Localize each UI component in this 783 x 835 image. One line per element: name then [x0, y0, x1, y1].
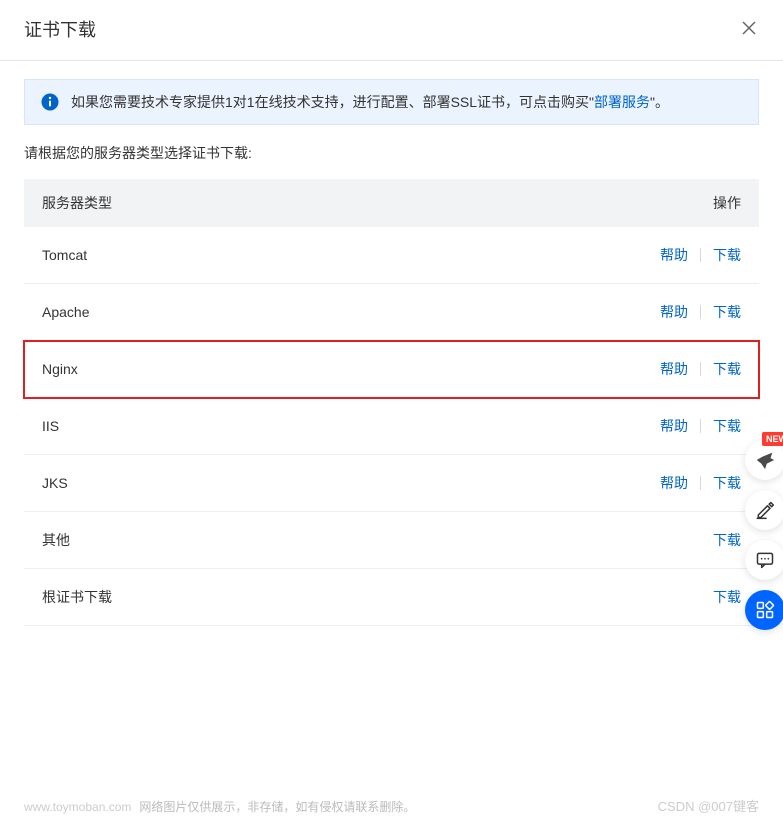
info-banner: 如果您需要技术专家提供1对1在线技术支持，进行配置、部署SSL证书，可点击购买"…	[24, 79, 759, 125]
help-link[interactable]: 帮助	[648, 416, 700, 436]
table-row: 根证书下载下载	[24, 569, 759, 626]
actions-cell: 下载	[701, 530, 741, 550]
csdn-watermark: CSDN @007键客	[658, 796, 759, 815]
download-link[interactable]: 下载	[701, 587, 741, 607]
info-icon	[41, 93, 59, 111]
table-row: Nginx帮助下载	[24, 341, 759, 398]
side-edit-button[interactable]	[745, 490, 783, 530]
apps-icon	[755, 600, 775, 620]
table-header: 服务器类型 操作	[24, 179, 759, 227]
deploy-service-link[interactable]: 部署服务	[594, 94, 650, 110]
download-link[interactable]: 下载	[701, 359, 741, 379]
side-chat-button[interactable]	[745, 540, 783, 580]
download-link[interactable]: 下载	[701, 302, 741, 322]
actions-cell: 帮助下载	[648, 245, 741, 265]
side-apps-button[interactable]	[745, 590, 783, 630]
table-row: 其他下载	[24, 512, 759, 569]
server-type-cell: Apache	[42, 304, 648, 320]
server-type-cell: Tomcat	[42, 247, 648, 263]
download-link[interactable]: 下载	[701, 416, 741, 436]
dialog-title: 证书下载	[24, 16, 96, 42]
download-link[interactable]: 下载	[701, 530, 741, 550]
help-link[interactable]: 帮助	[648, 245, 700, 265]
th-server-type: 服务器类型	[42, 193, 661, 213]
footer-domain: www.toymoban.com	[24, 800, 131, 814]
chat-icon	[755, 550, 775, 570]
help-link[interactable]: 帮助	[648, 302, 700, 322]
server-type-cell: IIS	[42, 418, 648, 434]
actions-cell: 下载	[701, 587, 741, 607]
download-link[interactable]: 下载	[701, 245, 741, 265]
th-action: 操作	[661, 193, 741, 213]
side-bird-button[interactable]: NEW	[745, 440, 783, 480]
close-button[interactable]	[739, 18, 759, 41]
actions-cell: 帮助下载	[648, 416, 741, 436]
new-badge: NEW	[762, 432, 783, 446]
pencil-icon	[755, 500, 775, 520]
server-type-cell: 其他	[42, 530, 701, 550]
footer-note: 网络图片仅供展示，非存储，如有侵权请联系删除。	[139, 798, 415, 815]
table-row: IIS帮助下载	[24, 398, 759, 455]
actions-cell: 帮助下载	[648, 473, 741, 493]
table-row: JKS帮助下载	[24, 455, 759, 512]
table-row: Tomcat帮助下载	[24, 227, 759, 284]
help-link[interactable]: 帮助	[648, 359, 700, 379]
banner-text: 如果您需要技术专家提供1对1在线技术支持，进行配置、部署SSL证书，可点击购买"…	[71, 92, 669, 112]
instruction-text: 请根据您的服务器类型选择证书下载:	[0, 143, 783, 163]
close-icon	[741, 20, 757, 36]
download-link[interactable]: 下载	[701, 473, 741, 493]
actions-cell: 帮助下载	[648, 359, 741, 379]
server-type-cell: Nginx	[42, 361, 648, 377]
bird-icon	[754, 449, 776, 471]
server-type-cell: JKS	[42, 475, 648, 491]
server-type-cell: 根证书下载	[42, 587, 701, 607]
help-link[interactable]: 帮助	[648, 473, 700, 493]
download-table: 服务器类型 操作 Tomcat帮助下载Apache帮助下载Nginx帮助下载II…	[24, 179, 759, 626]
actions-cell: 帮助下载	[648, 302, 741, 322]
table-row: Apache帮助下载	[24, 284, 759, 341]
